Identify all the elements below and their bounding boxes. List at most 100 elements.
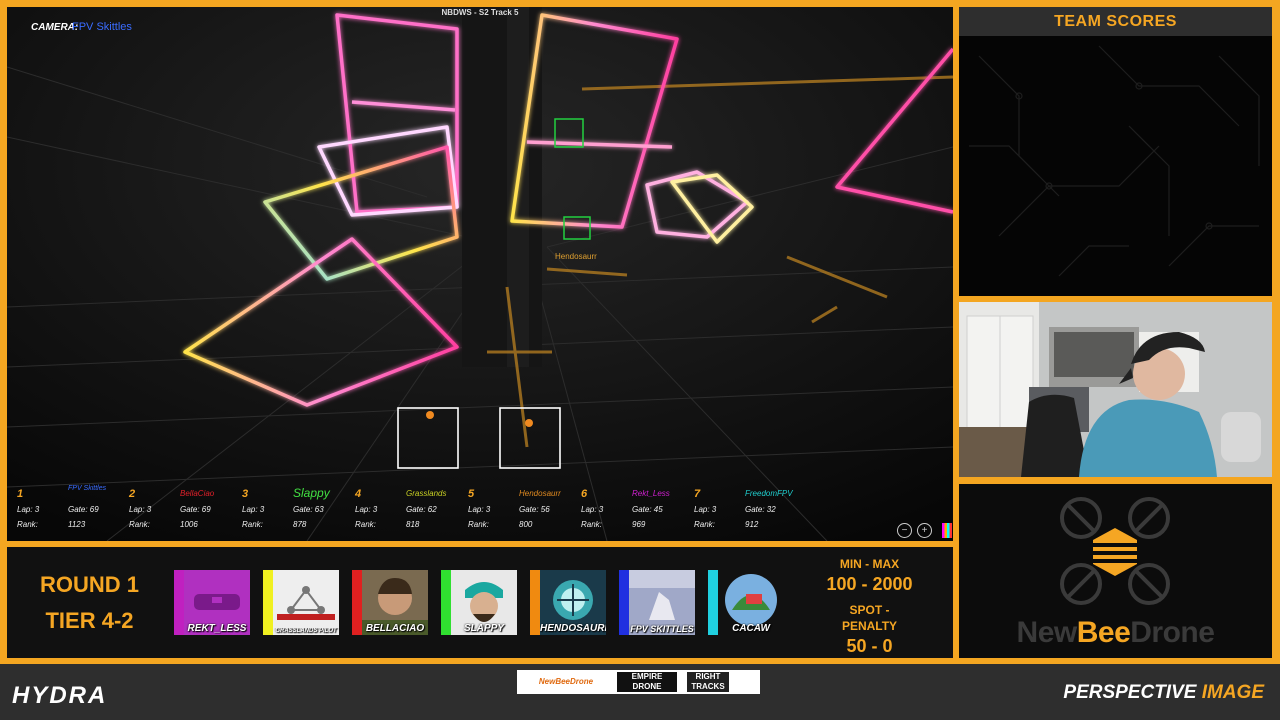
camera-pilot-name: FPV Skittles	[72, 21, 132, 33]
lap-count: Lap: 3	[17, 505, 40, 514]
pilot-name: Slappy	[293, 486, 330, 500]
position-number: 4	[355, 488, 363, 500]
gate-count: Gate: 69	[68, 505, 99, 514]
pilot-card-label: HENDOSAURR	[540, 623, 606, 634]
pilot-card: HENDOSAURR	[530, 570, 606, 635]
race-stat-slot: 2 BellaCiao Lap: 3 Gate: 69 Rank: 1006	[125, 485, 235, 533]
zoom-in-button[interactable]: +	[917, 523, 932, 538]
perspective-text: PERSPECTIVE	[1063, 682, 1197, 703]
image-text: IMAGE	[1201, 682, 1264, 703]
race-stat-slot: 1 FPV Skittles Lap: 3 Gate: 69 Rank: 112…	[13, 485, 123, 533]
rank-value: 878	[293, 520, 307, 529]
pilot-card-label: GRASSLANDS PILOT	[275, 628, 337, 634]
rank-label: Rank:	[17, 520, 38, 529]
gate-count: Gate: 63	[293, 505, 324, 514]
pilot-card-label: REKT_LESS	[187, 623, 247, 634]
scoring-info: MIN - MAX 100 - 2000 SPOT - PENALTY 50 -…	[822, 556, 917, 664]
stream-overlay: NBDWS - S2 Track 5 CAMERA: FPV Skittles …	[0, 0, 1280, 720]
pilot-name: Hendosaurr	[519, 489, 561, 498]
minmax-label: MIN - MAX	[839, 557, 900, 571]
color-palette-icon[interactable]	[942, 523, 952, 538]
sponsor-newbeedrone: NewBeeDrone	[538, 677, 594, 686]
gate-count: Gate: 56	[519, 505, 550, 514]
lap-count: Lap: 3	[242, 505, 265, 514]
rank-label: Rank:	[242, 520, 263, 529]
pilot-color-accent	[530, 570, 540, 635]
pilot-card-label: SLAPPY	[463, 623, 504, 634]
tier-label: TIER 4-2	[45, 608, 134, 633]
pilot-color-accent	[441, 570, 451, 635]
race-stat-slot: 5 Hendosaurr Lap: 3 Gate: 56 Rank: 800	[464, 485, 574, 533]
rank-value: 912	[745, 520, 759, 529]
pilot-color-accent	[352, 570, 362, 635]
pilot-card-label: BELLACIAO	[365, 623, 425, 634]
logo-text-new: New	[1016, 616, 1078, 649]
position-number: 2	[129, 488, 137, 500]
pilot-color-accent	[619, 570, 629, 635]
race-stat-slot: 7 FreedomFPV Lap: 3 Gate: 32 Rank: 912	[690, 485, 800, 533]
zoom-out-button[interactable]: −	[897, 523, 912, 538]
hydra-logo: HYDRA	[12, 682, 108, 709]
sponsor-right-tracks: RIGHT TRACKS	[687, 672, 729, 692]
pilot-color-accent	[263, 570, 273, 635]
sponsor-logos: NewBeeDrone EMPIRE DRONE RIGHT TRACKS	[517, 670, 760, 694]
race-stat-slot: 6 Rekt_Less Lap: 3 Gate: 45 Rank: 969	[577, 485, 687, 533]
rank-value: 969	[632, 520, 646, 529]
pilot-name: Rekt_Less	[632, 489, 670, 498]
rank-value: 800	[519, 520, 533, 529]
pilot-name: BellaCiao	[180, 489, 215, 498]
pilot-card: BELLACIAO	[352, 570, 428, 635]
position-number: 7	[694, 488, 702, 500]
team-scores-panel: TEAM SCORES	[959, 7, 1272, 296]
rank-label: Rank:	[468, 520, 489, 529]
spot-penalty-label: SPOT - PENALTY	[841, 603, 898, 633]
gate-count: Gate: 62	[406, 505, 437, 514]
pilot-card: FPV SKITTLES	[619, 570, 695, 635]
lap-count: Lap: 3	[468, 505, 491, 514]
position-number: 1	[17, 488, 25, 500]
sponsor-logo-panel: NewBeeDrone	[959, 484, 1272, 658]
logo-text-bee: Bee	[1076, 616, 1131, 649]
lap-count: Lap: 3	[355, 505, 378, 514]
perspective-image-logo: PERSPECTIVE IMAGE	[1063, 682, 1264, 704]
pilot-card-label: FPV SKITTLES	[630, 624, 694, 634]
game-viewport: NBDWS - S2 Track 5 CAMERA: FPV Skittles …	[7, 7, 953, 541]
rank-value: 818	[406, 520, 420, 529]
circuit-background	[959, 36, 1272, 296]
pilot-color-accent	[708, 570, 718, 635]
race-stat-slot: 3 Slappy Lap: 3 Gate: 63 Rank: 878	[238, 485, 348, 533]
lap-count: Lap: 3	[581, 505, 604, 514]
webcam-feed	[959, 302, 1272, 477]
gate-count: Gate: 45	[632, 505, 663, 514]
logo-text-drone: Drone	[1130, 616, 1215, 649]
pilot-card: GRASSLANDS PILOT	[263, 570, 339, 635]
race-stat-slot: 4 Grasslands Lap: 3 Gate: 62 Rank: 818	[351, 485, 461, 533]
gate-count: Gate: 32	[745, 505, 776, 514]
rank-label: Rank:	[129, 520, 150, 529]
track-title: NBDWS - S2 Track 5	[441, 8, 519, 17]
team-scores-title: TEAM SCORES	[959, 7, 1272, 36]
lap-count: Lap: 3	[129, 505, 152, 514]
pilot-card: CACAW	[708, 570, 784, 635]
race-stats-bar: 1 FPV Skittles Lap: 3 Gate: 69 Rank: 112…	[13, 485, 793, 533]
position-number: 5	[468, 488, 476, 500]
pilot-card-label: CACAW	[732, 623, 770, 634]
newbeedrone-logo: NewBeeDrone	[959, 616, 1272, 650]
rank-value: 1123	[68, 520, 86, 529]
webcam-image	[959, 302, 1272, 477]
minmax-value: 100 - 2000	[826, 574, 913, 594]
sponsor-empire-drone: EMPIRE DRONE	[617, 672, 677, 692]
position-number: 6	[581, 488, 589, 500]
spot-penalty-value: 50 - 0	[846, 636, 893, 656]
rank-label: Rank:	[694, 520, 715, 529]
lap-count: Lap: 3	[694, 505, 717, 514]
pilot-name: FreedomFPV	[745, 489, 793, 498]
pilot-avatar	[273, 570, 339, 635]
round-label: ROUND 1	[39, 572, 139, 597]
position-number: 3	[242, 488, 250, 500]
gate-count: Gate: 69	[180, 505, 211, 514]
race-scene	[7, 7, 953, 541]
rank-label: Rank:	[355, 520, 376, 529]
footer-bar: HYDRA NewBeeDrone EMPIRE DRONE RIGHT TRA…	[0, 664, 1280, 720]
pilot-card: REKT_LESS	[174, 570, 250, 635]
